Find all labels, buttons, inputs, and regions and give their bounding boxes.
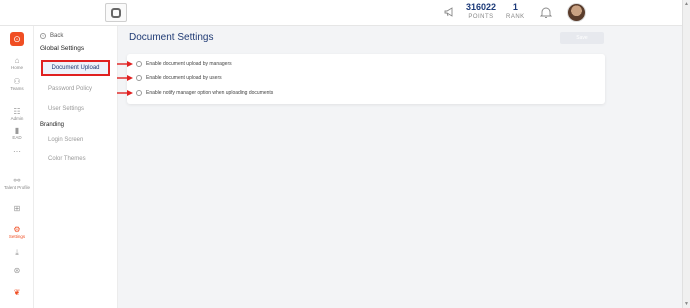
scroll-up-icon[interactable]: ▲ [684, 1, 689, 7]
points-label: POINTS [468, 14, 494, 20]
chevron-left-icon: ‹ [40, 33, 46, 39]
rail-item-home[interactable]: ⌂ Home [0, 56, 34, 71]
people-icon: ⚇ [13, 77, 21, 86]
bar-chart-icon: ▮ [14, 126, 20, 135]
radio-button[interactable] [136, 75, 142, 81]
top-bar: 316022 POINTS 1 RANK [0, 0, 682, 26]
option-label: Enable document upload by managers [146, 61, 232, 67]
rail-item-grid[interactable]: ⊞ [0, 204, 34, 213]
nav-color-themes[interactable]: Color Themes [48, 156, 86, 162]
megaphone-icon[interactable] [444, 7, 455, 20]
gear-icon: ⚙ [13, 225, 21, 234]
scroll-down-icon[interactable]: ▼ [684, 301, 689, 307]
bell-icon[interactable] [540, 6, 552, 19]
annotation-arrow-icon [117, 90, 133, 96]
nav-user-settings[interactable]: User Settings [48, 106, 84, 112]
nav-login-screen[interactable]: Login Screen [48, 137, 83, 143]
rail-item-help[interactable]: ⊛ [0, 266, 34, 275]
option-notify-manager[interactable]: Enable notify manager option when upload… [136, 90, 273, 96]
home-icon: ⌂ [14, 56, 20, 65]
rail-item-talent-profile[interactable]: ⚯ Talent Profile [0, 176, 34, 191]
branding-heading: Branding [40, 122, 65, 128]
save-button[interactable]: Save [560, 32, 604, 44]
lifebuoy-icon: ⊛ [13, 266, 21, 275]
annotation-arrow-icon [117, 75, 133, 81]
annotation-arrow-icon [117, 61, 133, 67]
settings-card: Enable document upload by managers Enabl… [127, 54, 605, 104]
admin-icon: ☷ [13, 107, 21, 116]
brand-icon: ❦ [13, 288, 21, 297]
rail-item-brand[interactable]: ❦ [0, 288, 34, 297]
rail-item-teams[interactable]: ⚇ Teams [0, 77, 34, 92]
rail-item-admin[interactable]: ☷ Admin [0, 107, 34, 122]
nav-password-policy[interactable]: Password Policy [48, 86, 92, 92]
points-stat: 316022 POINTS [466, 3, 496, 22]
page-title: Document Settings [129, 32, 214, 43]
option-label: Enable document upload by users [146, 75, 222, 81]
rail-item-ead[interactable]: ▮ EAD [0, 126, 34, 141]
rank-value: 1 [512, 2, 518, 12]
back-link[interactable]: ‹ Back [40, 33, 63, 39]
icon-rail: ⊙ ⌂ Home ⚇ Teams ☷ Admin ▮ EAD ⋯ ⚯ Talent Pro… [0, 26, 34, 308]
rank-label: RANK [506, 14, 525, 20]
points-value: 316022 [466, 2, 497, 12]
global-settings-heading: Global Settings [40, 45, 85, 52]
avatar[interactable] [567, 3, 586, 22]
scrollbar[interactable]: ▲ ▼ [682, 0, 690, 308]
option-label: Enable notify manager option when upload… [146, 90, 274, 96]
option-upload-managers[interactable]: Enable document upload by managers [136, 61, 232, 67]
settings-subnav: ‹ Back Global Settings Document Upload Pa… [34, 26, 118, 308]
download-icon: ⤓ [15, 248, 19, 257]
rail-item-more[interactable]: ⋯ [0, 147, 34, 156]
rail-item-settings[interactable]: ⚙ Settings [0, 225, 34, 240]
option-upload-users[interactable]: Enable document upload by users [136, 75, 222, 81]
app-home-icon[interactable]: ⊙ [10, 32, 24, 46]
company-logo[interactable] [105, 3, 127, 22]
nav-document-upload[interactable]: Document Upload [41, 60, 110, 76]
rank-stat: 1 RANK [506, 3, 525, 22]
grid-icon: ⊞ [13, 204, 21, 213]
radio-button[interactable] [136, 61, 142, 67]
talent-icon: ⚯ [13, 176, 21, 185]
ellipsis-icon: ⋯ [13, 147, 21, 156]
radio-button[interactable] [136, 90, 142, 96]
rail-item-download[interactable]: ⤓ [0, 248, 34, 257]
